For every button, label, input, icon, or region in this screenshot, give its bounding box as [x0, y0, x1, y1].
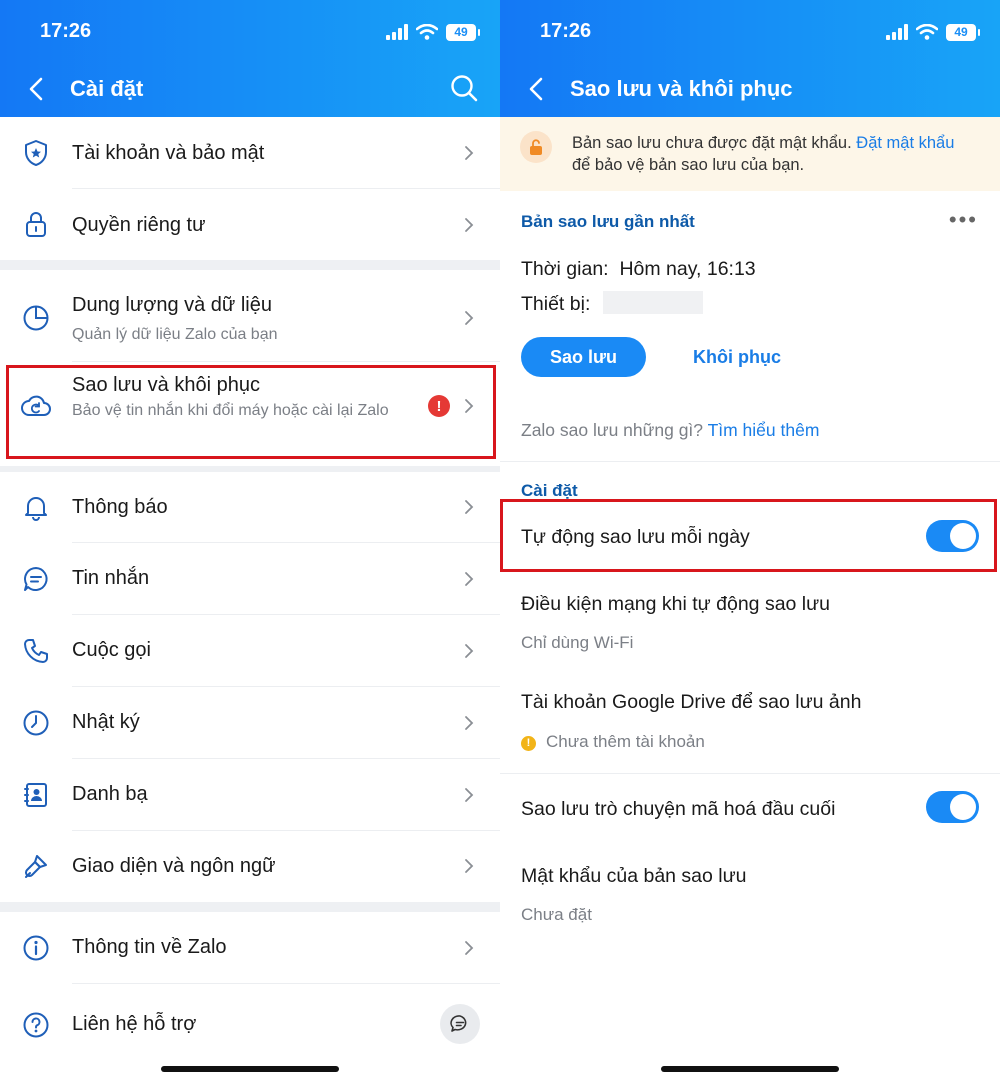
status-icons: 49: [386, 22, 480, 42]
settings-item-label: Giao diện và ngôn ngữ: [72, 855, 276, 877]
battery-indicator: 49: [946, 23, 980, 41]
settings-group-account: Tài khoản và bảo mật Quyền riêng tư: [0, 117, 500, 260]
set-password-link[interactable]: Đặt mật khẩu: [856, 134, 954, 152]
settings-item-label: Liên hệ hỗ trợ: [72, 1013, 197, 1035]
chat-icon: [24, 567, 48, 591]
shield-icon: [25, 140, 47, 166]
what-is-backed-up: Zalo sao lưu những gì? Tìm hiểu thêm: [521, 420, 820, 440]
brush-icon: [24, 855, 47, 878]
settings-item-label: Tin nhắn: [72, 567, 150, 589]
chevron-right-icon: [465, 500, 474, 514]
settings-screen: 17:26 49 Cài đặt Tài khoản và bảo mật Qu…: [0, 0, 500, 1082]
restore-button[interactable]: Khôi phục: [693, 347, 781, 368]
battery-indicator: 49: [446, 23, 480, 41]
page-title: Cài đặt: [70, 76, 144, 101]
backup-time-line: Thời gian: Hôm nay, 16:13: [521, 258, 756, 280]
chat-bubble-icon: [450, 1015, 467, 1032]
backup-password-value: Chưa đặt: [521, 905, 592, 924]
settings-group-about: Thông tin về Zalo Liên hệ hỗ trợ: [0, 912, 500, 1082]
settings-header: 17:26 49 Cài đặt: [0, 0, 500, 117]
search-icon[interactable]: [450, 74, 478, 102]
settings-item-label: Dung lượng và dữ liệu: [72, 294, 272, 316]
highlight-box-auto-backup: [500, 499, 997, 572]
lock-icon: [26, 212, 46, 237]
backup-header: 17:26 49 Sao lưu và khôi phục: [500, 0, 1000, 117]
backup-password-label: Mật khẩu của bản sao lưu: [521, 865, 747, 887]
settings-item-messages[interactable]: Tin nhắn: [0, 543, 500, 615]
settings-section-title: Cài đặt: [521, 481, 578, 500]
password-warning-text: Bản sao lưu chưa được đặt mật khẩu. Đặt …: [572, 134, 955, 174]
network-condition-label: Điều kiện mạng khi tự động sao lưu: [521, 593, 831, 615]
info-icon: [23, 935, 49, 961]
settings-item-label: Thông tin về Zalo: [72, 936, 227, 958]
backup-now-button[interactable]: Sao lưu: [521, 337, 646, 377]
back-arrow-icon[interactable]: [26, 76, 48, 102]
status-time: 17:26: [540, 20, 592, 42]
chevron-right-icon: [465, 572, 474, 586]
help-icon: [23, 1012, 49, 1038]
pie-chart-icon: [23, 305, 49, 331]
settings-item-calls[interactable]: Cuộc gọi: [0, 615, 500, 687]
settings-item-label: Quyền riêng tư: [72, 214, 206, 236]
highlight-box-backup-item: [6, 365, 496, 459]
settings-item-notifications[interactable]: Thông báo: [0, 472, 500, 543]
bell-icon: [25, 497, 47, 521]
wifi-icon: [416, 24, 438, 40]
settings-item-label: Danh bạ: [72, 783, 148, 805]
unlocked-lock-icon: [520, 131, 552, 163]
status-icons: 49: [886, 22, 980, 42]
settings-item-privacy[interactable]: Quyền riêng tư: [0, 189, 500, 260]
settings-item-account-security[interactable]: Tài khoản và bảo mật: [0, 117, 500, 189]
e2ee-backup-toggle[interactable]: [926, 791, 979, 823]
contacts-icon: [24, 783, 47, 807]
settings-item-contact-support[interactable]: Liên hệ hỗ trợ: [0, 984, 500, 1068]
support-chat-button[interactable]: [440, 1004, 480, 1044]
settings-item-storage[interactable]: Dung lượng và dữ liệu Quản lý dữ liệu Za…: [0, 270, 500, 362]
clock-icon: [23, 710, 49, 736]
home-indicator: [161, 1066, 339, 1072]
chevron-right-icon: [465, 788, 474, 802]
settings-item-about-zalo[interactable]: Thông tin về Zalo: [0, 912, 500, 984]
chevron-right-icon: [465, 311, 474, 325]
chevron-right-icon: [465, 859, 474, 873]
status-time: 17:26: [40, 20, 92, 42]
settings-item-label: Tài khoản và bảo mật: [72, 142, 265, 164]
warning-icon: !: [521, 736, 536, 751]
signal-icon: [886, 24, 908, 40]
network-condition-value: Chỉ dùng Wi-Fi: [521, 633, 634, 652]
google-drive-value: ! Chưa thêm tài khoản: [521, 732, 705, 752]
password-warning-banner: Bản sao lưu chưa được đặt mật khẩu. Đặt …: [500, 117, 1000, 191]
google-drive-label: Tài khoản Google Drive để sao lưu ảnh: [521, 691, 862, 713]
home-indicator: [661, 1066, 839, 1072]
chevron-right-icon: [465, 218, 474, 232]
settings-item-contacts[interactable]: Danh bạ: [0, 759, 500, 831]
more-options-icon[interactable]: •••: [949, 209, 978, 231]
page-title: Sao lưu và khôi phục: [570, 76, 793, 101]
device-name-redacted: [603, 291, 703, 314]
latest-backup-title: Bản sao lưu gần nhất: [521, 212, 695, 231]
settings-item-subtitle: Quản lý dữ liệu Zalo của bạn: [72, 326, 278, 343]
wifi-icon: [916, 24, 938, 40]
settings-item-label: Nhật ký: [72, 711, 140, 733]
chevron-right-icon: [465, 644, 474, 658]
learn-more-link[interactable]: Tìm hiểu thêm: [708, 420, 820, 440]
chevron-right-icon: [465, 941, 474, 955]
backup-device-label: Thiết bị:: [521, 293, 591, 315]
chevron-right-icon: [465, 146, 474, 160]
settings-item-label: Thông báo: [72, 496, 168, 518]
settings-item-appearance-language[interactable]: Giao diện và ngôn ngữ: [0, 831, 500, 902]
settings-item-timeline[interactable]: Nhật ký: [0, 687, 500, 759]
settings-group-features: Thông báo Tin nhắn Cuộc gọi Nhật ký Danh…: [0, 472, 500, 902]
chevron-right-icon: [465, 716, 474, 730]
backup-restore-screen: 17:26 49 Sao lưu và khôi phục Bản sao lư…: [500, 0, 1000, 1082]
signal-icon: [386, 24, 408, 40]
phone-icon: [24, 639, 48, 663]
settings-item-label: Cuộc gọi: [72, 639, 151, 661]
e2ee-backup-label: Sao lưu trò chuyện mã hoá đầu cuối: [521, 798, 836, 820]
back-arrow-icon[interactable]: [526, 76, 548, 102]
